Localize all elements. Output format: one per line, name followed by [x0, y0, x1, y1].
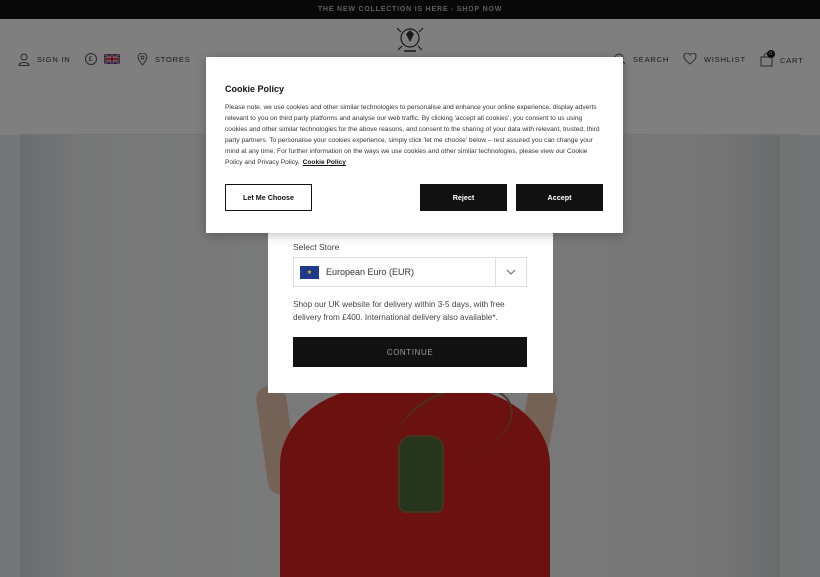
select-store-label: Select Store: [293, 242, 340, 252]
cookie-body: Please note, we use cookies and other si…: [225, 102, 605, 168]
chevron-down-icon: [506, 269, 516, 275]
store-selector-modal: Select Store ★ European Euro (EUR) Shop …: [268, 225, 553, 393]
cookie-title: Cookie Policy: [225, 84, 285, 94]
store-selected-value: European Euro (EUR): [326, 267, 415, 277]
cookie-policy-link[interactable]: Cookie Policy: [303, 159, 346, 166]
accept-button[interactable]: Accept: [516, 184, 603, 211]
cookie-body-text: Please note, we use cookies and other si…: [225, 104, 600, 166]
reject-button[interactable]: Reject: [420, 184, 507, 211]
store-dropdown[interactable]: ★ European Euro (EUR): [293, 257, 527, 287]
let-me-choose-button[interactable]: Let Me Choose: [225, 184, 312, 211]
eu-flag-icon: ★: [300, 265, 319, 279]
cookie-policy-dialog: Cookie Policy Please note, we use cookie…: [206, 57, 623, 233]
delivery-info: Shop our UK website for delivery within …: [293, 300, 505, 322]
continue-button[interactable]: CONTINUE: [293, 337, 527, 367]
